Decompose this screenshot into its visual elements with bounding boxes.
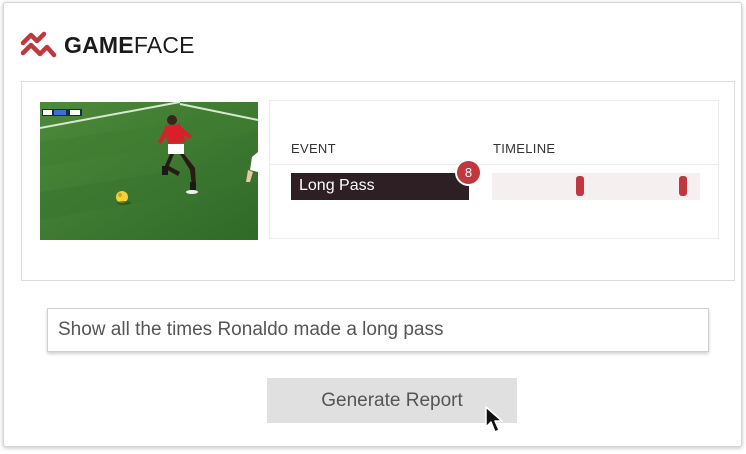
- event-timeline-bar[interactable]: [492, 173, 700, 200]
- query-input-text: Show all the times Ronaldo made a long p…: [58, 319, 444, 340]
- brand-name-regular: FACE: [133, 31, 195, 58]
- timeline-marker[interactable]: [679, 176, 687, 196]
- events-table: EVENT TIMELINE Long Pass 8: [269, 100, 719, 239]
- query-input[interactable]: Show all the times Ronaldo made a long p…: [47, 308, 709, 352]
- soccer-scene-image: [40, 102, 258, 240]
- video-thumbnail[interactable]: [40, 102, 258, 240]
- column-header-event: EVENT: [291, 141, 336, 156]
- column-header-timeline: TIMELINE: [493, 141, 556, 156]
- results-panel: EVENT TIMELINE Long Pass 8: [21, 81, 735, 281]
- generate-report-button[interactable]: Generate Report: [267, 378, 517, 423]
- brand-name: GAMEFACE: [64, 32, 195, 59]
- zigzag-arrows-icon: [20, 31, 57, 58]
- event-long-pass[interactable]: Long Pass: [291, 173, 469, 200]
- brand-logo[interactable]: GAMEFACE: [20, 29, 195, 61]
- header-divider: [270, 164, 718, 165]
- mouse-pointer-icon: [485, 406, 503, 433]
- brand-name-bold: GAME: [64, 31, 134, 58]
- event-count-badge: 8: [455, 159, 482, 186]
- timeline-marker[interactable]: [576, 176, 584, 196]
- app-card: GAMEFACE EVENT TIMELINE Long Pass 8 Show…: [3, 2, 742, 447]
